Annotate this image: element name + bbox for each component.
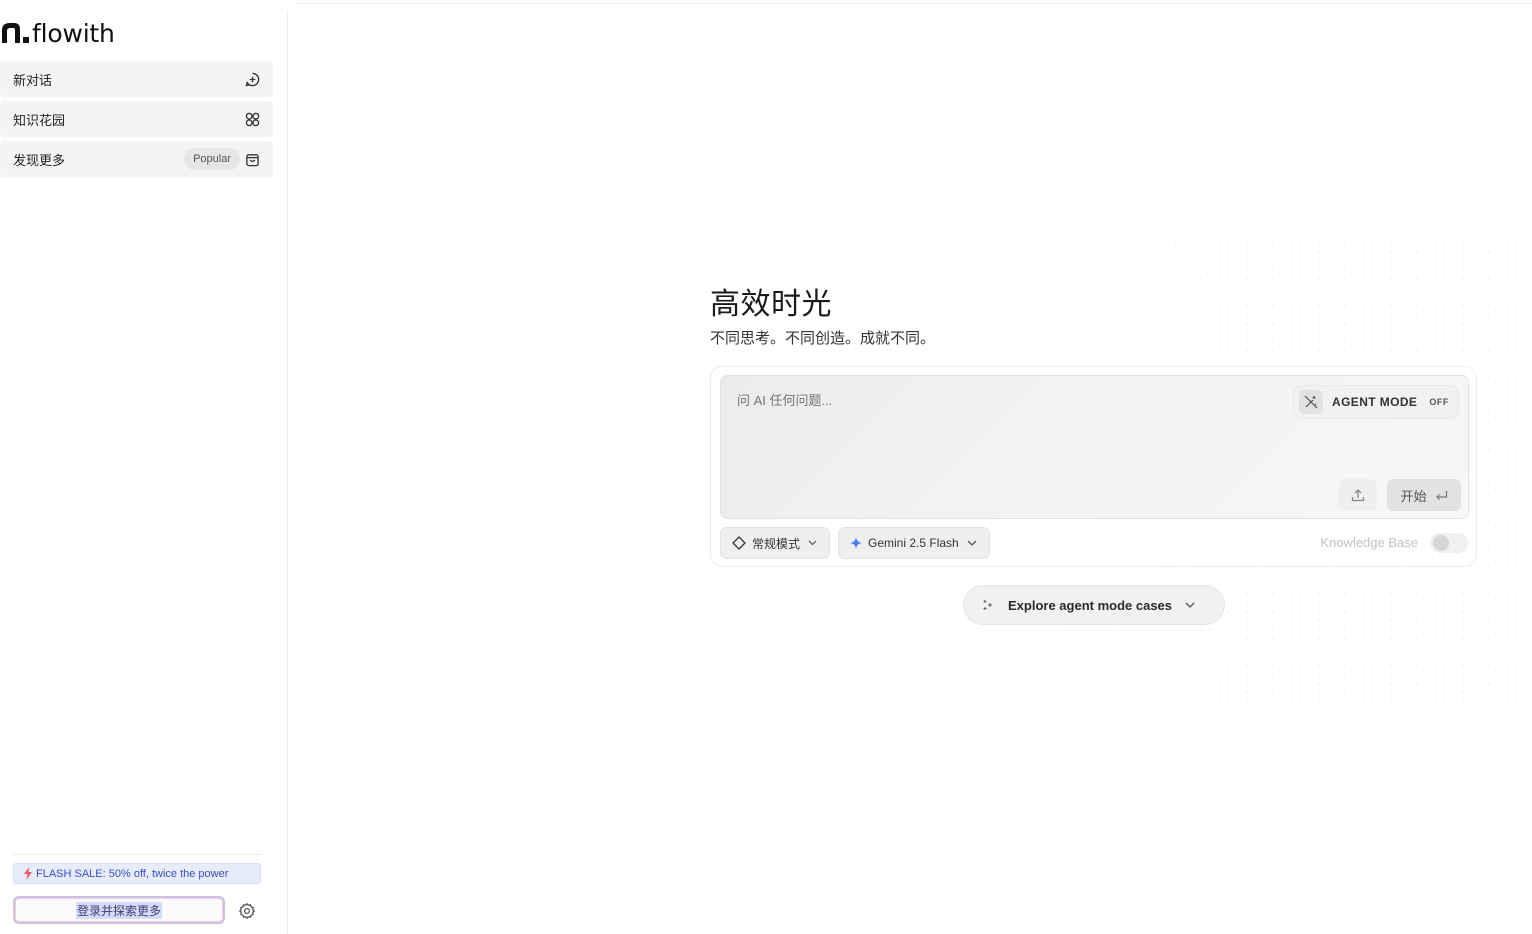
logo[interactable]: flowith [0, 16, 115, 50]
hero-title: 高效时光 [710, 288, 832, 321]
prompt-input[interactable] [737, 393, 1237, 408]
knowledge-garden-icon [243, 110, 261, 128]
explore-agent-cases-button[interactable]: Explore agent mode cases [963, 585, 1225, 625]
flowith-logo-icon [2, 23, 29, 43]
popular-badge: Popular [184, 148, 240, 170]
chevron-down-icon [1185, 602, 1195, 608]
discover-bag-icon [243, 150, 261, 168]
brand-name: flowith [32, 18, 115, 48]
gear-icon[interactable] [238, 902, 256, 920]
start-button[interactable]: 开始 [1387, 479, 1461, 511]
sidebar-item-label: 知识花园 [13, 112, 66, 128]
flash-sale-banner[interactable]: FLASH SALE: 50% off, twice the power [13, 863, 261, 884]
lightning-icon [24, 867, 32, 880]
toggle-knob [1433, 535, 1449, 551]
knowledge-base-toggle[interactable] [1430, 533, 1468, 553]
flash-sale-text: FLASH SALE: 50% off, twice the power [36, 867, 229, 880]
composer-card: AGENT MODE OFF 开始 常规模式 Gemini 2.5 Flash [710, 366, 1477, 567]
upload-icon [1351, 489, 1365, 502]
chevron-down-icon [808, 540, 817, 546]
login-label: 登录并探索更多 [75, 901, 162, 919]
sidebar-item-label: 发现更多 [13, 152, 66, 168]
sparkles-icon [983, 600, 992, 610]
sidebar-item-new-chat[interactable]: 新对话 [0, 61, 273, 97]
start-label: 开始 [1400, 488, 1427, 504]
upload-button[interactable] [1339, 479, 1377, 511]
gemini-sparkle-icon [850, 537, 862, 549]
sidebar-item-label: 新对话 [13, 72, 53, 88]
knowledge-base-label: Knowledge Base [1320, 535, 1418, 550]
mode-label: 常规模式 [752, 536, 801, 551]
agent-mode-toggle[interactable]: AGENT MODE OFF [1293, 385, 1459, 419]
mode-select[interactable]: 常规模式 [720, 527, 830, 559]
agent-mode-state: OFF [1429, 397, 1449, 407]
diamond-icon [732, 536, 746, 550]
sidebar: flowith 新对话 知识花园 发现更多 Popular FLASH SALE… [0, 0, 287, 934]
sidebar-divider [13, 854, 261, 855]
composer-box[interactable]: AGENT MODE OFF 开始 [720, 375, 1469, 519]
sidebar-item-discover[interactable]: 发现更多 Popular [0, 141, 273, 177]
new-chat-icon [243, 70, 261, 88]
model-select[interactable]: Gemini 2.5 Flash [838, 527, 990, 559]
chevron-down-icon [967, 540, 977, 546]
login-button[interactable]: 登录并探索更多 [13, 896, 225, 924]
explore-label: Explore agent mode cases [1008, 597, 1173, 613]
agent-mode-label: AGENT MODE [1332, 395, 1418, 409]
hero-subtitle: 不同思考。不同创造。成就不同。 [710, 330, 936, 347]
sidebar-item-knowledge-garden[interactable]: 知识花园 [0, 101, 273, 137]
model-label: Gemini 2.5 Flash [868, 536, 959, 550]
magic-wand-icon [1299, 390, 1323, 414]
enter-icon [1435, 490, 1447, 500]
